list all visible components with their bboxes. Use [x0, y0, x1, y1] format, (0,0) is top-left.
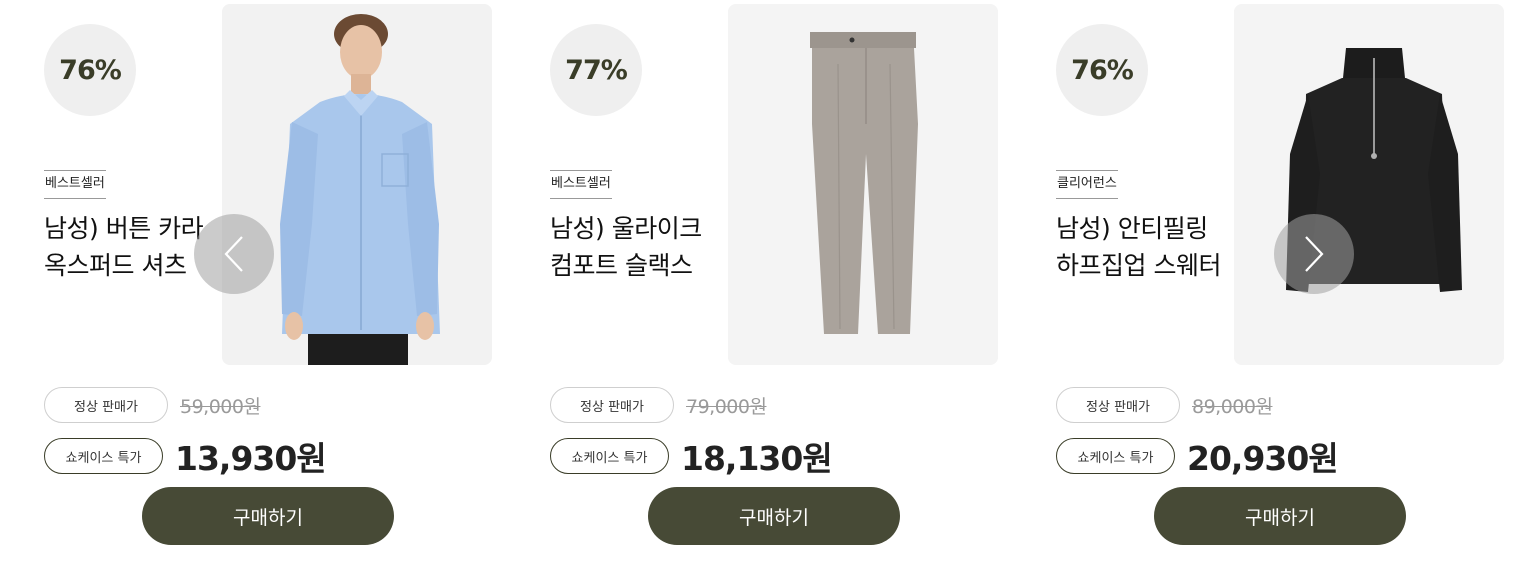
category-tag: 베스트셀러: [44, 170, 106, 199]
regular-price-label: 정상 판매가: [44, 387, 168, 423]
regular-price-label: 정상 판매가: [1056, 387, 1180, 423]
special-price-label: 쇼케이스 특가: [44, 438, 163, 474]
regular-price-row: 정상 판매가 89,000원: [1056, 387, 1273, 423]
carousel-next-button[interactable]: [1274, 214, 1354, 294]
product-name-line2: 컴포트 슬랙스: [550, 251, 693, 280]
category-tag: 베스트셀러: [550, 170, 612, 199]
regular-price-row: 정상 판매가 79,000원: [550, 387, 767, 423]
discount-badge: 76%: [1056, 24, 1148, 116]
sale-price: 20,930원: [1187, 439, 1339, 478]
slacks-image: [728, 4, 998, 365]
product-carousel: 76% 베스트셀러 남성) 버튼 카라 옥스퍼드 셔츠 정상 판매가 59,00…: [0, 0, 1515, 569]
original-price: 59,000원: [180, 395, 261, 418]
discount-badge: 76%: [44, 24, 136, 116]
chevron-right-icon: [1305, 236, 1324, 272]
special-price-label: 쇼케이스 특가: [550, 438, 669, 474]
special-price-row: 쇼케이스 특가 18,130원: [550, 432, 833, 480]
product-card: 77% 베스트셀러 남성) 울라이크 컴포트 슬랙스 정상 판매가 79,000…: [528, 0, 998, 569]
original-price: 89,000원: [1192, 395, 1273, 418]
buy-button[interactable]: 구매하기: [648, 487, 900, 545]
carousel-prev-button[interactable]: [194, 214, 274, 294]
regular-price-label: 정상 판매가: [550, 387, 674, 423]
product-image[interactable]: [728, 4, 998, 365]
sale-price: 18,130원: [681, 439, 833, 478]
discount-badge: 77%: [550, 24, 642, 116]
shirt-model-image: [222, 4, 492, 365]
sale-price: 13,930원: [175, 439, 327, 478]
chevron-left-icon: [224, 236, 243, 272]
special-price-row: 쇼케이스 특가 13,930원: [44, 432, 327, 480]
regular-price-row: 정상 판매가 59,000원: [44, 387, 261, 423]
product-name-line1: 남성) 안티필링: [1056, 214, 1208, 243]
buy-button[interactable]: 구매하기: [142, 487, 394, 545]
original-price: 79,000원: [686, 395, 767, 418]
special-price-label: 쇼케이스 특가: [1056, 438, 1175, 474]
product-card: 76% 클리어런스 남성) 안티필링 하프집업 스웨터 정상 판매가 89,00…: [1034, 0, 1504, 569]
product-name[interactable]: 남성) 울라이크 컴포트 슬랙스: [550, 210, 740, 284]
special-price-row: 쇼케이스 특가 20,930원: [1056, 432, 1339, 480]
sweater-image: [1234, 4, 1504, 365]
product-image[interactable]: [1234, 4, 1504, 365]
category-tag: 클리어런스: [1056, 170, 1118, 199]
product-image[interactable]: [222, 4, 492, 365]
product-name-line2: 하프집업 스웨터: [1056, 251, 1221, 280]
product-name-line1: 남성) 울라이크: [550, 214, 702, 243]
buy-button[interactable]: 구매하기: [1154, 487, 1406, 545]
product-name[interactable]: 남성) 안티필링 하프집업 스웨터: [1056, 210, 1246, 284]
